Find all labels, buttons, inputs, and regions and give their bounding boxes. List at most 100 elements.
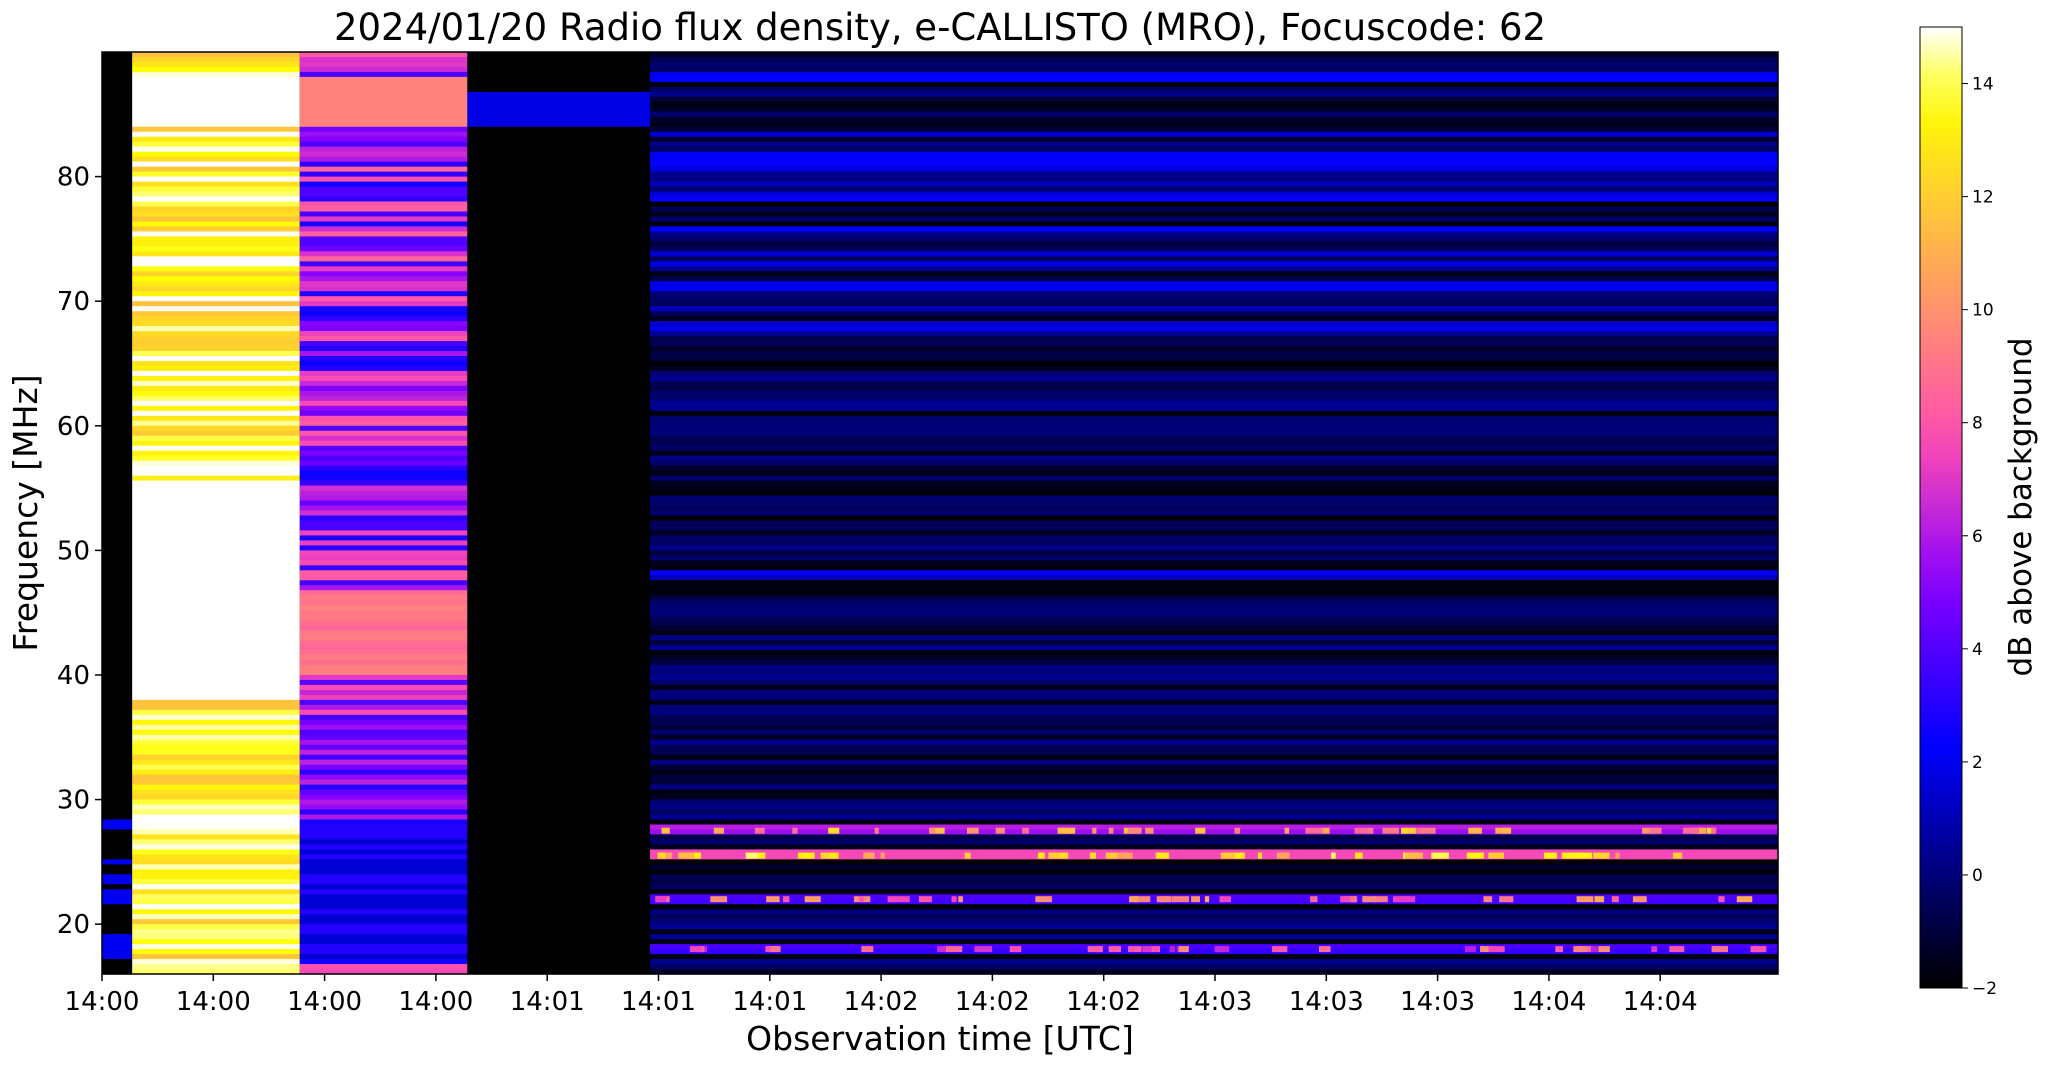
heatmap-cell xyxy=(467,390,651,397)
heatmap-cell xyxy=(102,794,133,801)
heatmap-cell xyxy=(102,665,133,671)
heatmap-cell xyxy=(132,331,300,337)
heatmap-cell xyxy=(467,630,651,636)
heatmap-cell xyxy=(650,550,1778,556)
heatmap-cell xyxy=(132,201,300,208)
heatmap-burst xyxy=(1711,827,1717,834)
heatmap-cell xyxy=(650,365,1778,372)
heatmap-cell xyxy=(102,485,133,492)
heatmap-cell xyxy=(650,794,1778,801)
heatmap-cell xyxy=(299,674,468,681)
heatmap-cell xyxy=(102,630,133,636)
heatmap-cell xyxy=(467,321,651,327)
heatmap-cell xyxy=(467,196,651,203)
heatmap-cell xyxy=(650,640,1778,646)
heatmap-cell xyxy=(132,211,300,218)
heatmap-cell xyxy=(132,844,300,850)
heatmap-burst xyxy=(655,896,667,903)
heatmap-cell xyxy=(132,86,300,93)
heatmap-cell xyxy=(650,286,1778,292)
heatmap-cell xyxy=(299,326,468,332)
heatmap-cell xyxy=(299,630,468,636)
heatmap-cell xyxy=(467,52,651,58)
heatmap-burst xyxy=(1419,827,1436,834)
heatmap-burst xyxy=(1257,852,1263,859)
heatmap-cell xyxy=(650,71,1778,78)
heatmap-cell xyxy=(650,490,1778,497)
heatmap-cell xyxy=(467,291,651,297)
heatmap-cell xyxy=(132,425,300,432)
heatmap-cell xyxy=(299,889,468,895)
heatmap-cell xyxy=(467,570,651,576)
heatmap-cell xyxy=(650,864,1778,870)
heatmap-cell xyxy=(132,251,300,257)
heatmap-cell xyxy=(650,759,1778,766)
heatmap-cell xyxy=(102,400,133,407)
heatmap-cell xyxy=(299,744,468,751)
heatmap-cell xyxy=(299,655,468,661)
heatmap-cell xyxy=(650,296,1778,302)
heatmap-cell xyxy=(467,869,651,875)
heatmap-cell xyxy=(299,669,468,676)
y-tick-label: 60 xyxy=(57,412,90,442)
heatmap-cell xyxy=(299,191,468,198)
heatmap-cell xyxy=(467,510,651,517)
heatmap-cell xyxy=(132,944,300,950)
heatmap-cell xyxy=(102,724,133,731)
heatmap-cell xyxy=(102,904,133,910)
heatmap-cell xyxy=(299,271,468,277)
heatmap-cell xyxy=(132,52,300,58)
heatmap-cell xyxy=(299,286,468,292)
heatmap-cell xyxy=(650,261,1778,267)
heatmap-cell xyxy=(467,166,651,173)
heatmap-cell xyxy=(467,96,651,103)
heatmap-cell xyxy=(650,116,1778,123)
heatmap-cell xyxy=(102,101,133,108)
heatmap-cell xyxy=(650,106,1778,113)
heatmap-cell xyxy=(650,216,1778,223)
heatmap-cell xyxy=(650,181,1778,188)
heatmap-cell xyxy=(467,56,651,63)
heatmap-cell xyxy=(299,934,468,940)
heatmap-cell xyxy=(102,859,133,865)
heatmap-cell xyxy=(650,485,1778,492)
heatmap-burst xyxy=(974,946,993,953)
heatmap-cell xyxy=(102,91,133,98)
heatmap-cell xyxy=(132,879,300,885)
heatmap-cell xyxy=(650,52,1778,58)
heatmap-cell xyxy=(102,206,133,213)
heatmap-burst xyxy=(1576,946,1583,953)
heatmap-cell xyxy=(299,470,468,477)
heatmap-cell xyxy=(467,919,651,925)
heatmap-cell xyxy=(299,111,468,118)
heatmap-cell xyxy=(102,86,133,93)
heatmap-cell xyxy=(650,380,1778,387)
x-tick-label: 14:04 xyxy=(1511,987,1586,1017)
heatmap-cell xyxy=(102,834,133,841)
heatmap-cell xyxy=(102,176,133,183)
heatmap-burst xyxy=(1195,827,1206,834)
heatmap-cell xyxy=(132,570,300,576)
heatmap-cell xyxy=(102,704,133,711)
heatmap-cell xyxy=(650,694,1778,701)
heatmap-cell xyxy=(650,121,1778,128)
heatmap-burst xyxy=(754,827,765,834)
heatmap-cell xyxy=(102,789,133,796)
heatmap-cell xyxy=(467,176,651,183)
heatmap-burst xyxy=(1682,827,1700,834)
heatmap-cell xyxy=(299,211,468,218)
heatmap-cell xyxy=(102,126,133,133)
heatmap-cell xyxy=(132,540,300,546)
heatmap-cell xyxy=(467,241,651,247)
heatmap-cell xyxy=(299,804,468,811)
heatmap-cell xyxy=(467,944,651,950)
heatmap-burst xyxy=(713,827,724,834)
heatmap-cell xyxy=(650,321,1778,327)
heatmap-cell xyxy=(467,879,651,885)
heatmap-cell xyxy=(467,106,651,113)
heatmap-burst xyxy=(745,852,758,859)
heatmap-cell xyxy=(299,91,468,98)
heatmap-cell xyxy=(650,256,1778,262)
heatmap-cell xyxy=(467,595,651,601)
heatmap-cell xyxy=(132,405,300,412)
